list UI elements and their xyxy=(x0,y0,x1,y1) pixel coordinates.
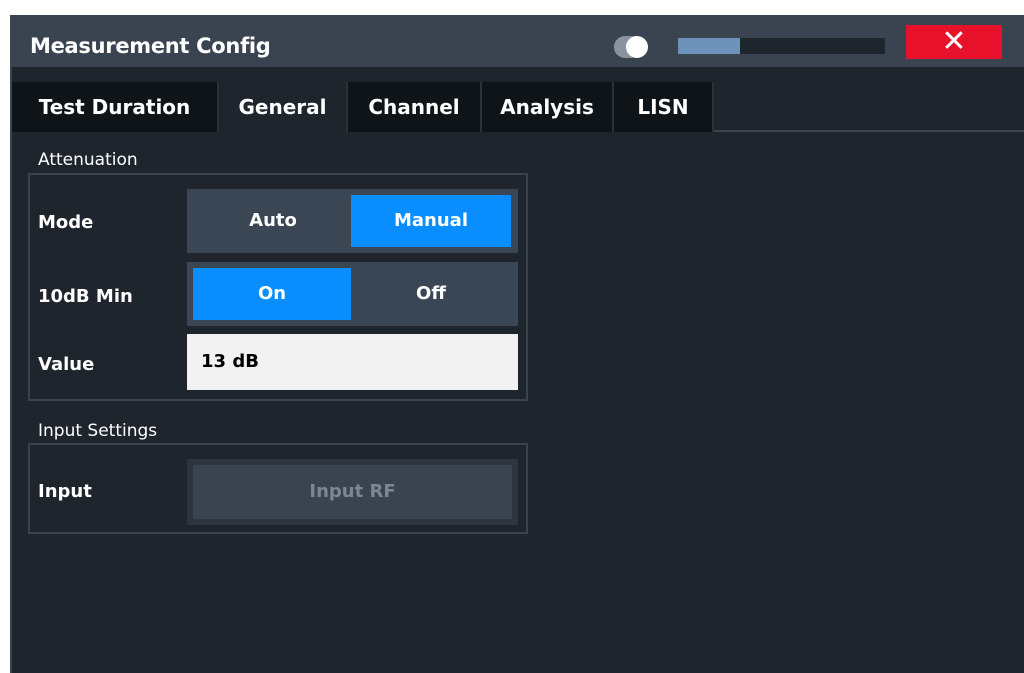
mode-selector: Auto Manual xyxy=(187,189,518,253)
tab-test-duration[interactable]: Test Duration xyxy=(12,82,219,132)
measurement-config-dialog: Measurement Config ✕ Test Duration Gener… xyxy=(10,15,1024,673)
tab-bar: Test Duration General Channel Analysis L… xyxy=(12,82,1024,132)
input-label: Input xyxy=(38,481,92,502)
dialog-title: Measurement Config xyxy=(30,34,271,58)
min10db-off-button[interactable]: Off xyxy=(351,268,511,320)
min10db-selector: On Off xyxy=(187,262,518,326)
tab-lisn[interactable]: LISN xyxy=(614,82,714,132)
transparency-slider[interactable] xyxy=(678,38,885,54)
close-button[interactable]: ✕ xyxy=(906,25,1002,59)
tab-general[interactable]: General xyxy=(219,82,348,132)
mode-label: Mode xyxy=(38,212,94,233)
title-bar[interactable]: Measurement Config ✕ xyxy=(12,15,1024,67)
mode-auto-button[interactable]: Auto xyxy=(193,195,353,247)
screen: Measurement Config ✕ Test Duration Gener… xyxy=(0,0,1024,673)
input-rf-button[interactable]: Input RF xyxy=(187,459,518,525)
transparency-toggle-icon[interactable] xyxy=(614,36,660,58)
tab-analysis[interactable]: Analysis xyxy=(482,82,614,132)
attenuation-section-label: Attenuation xyxy=(38,150,138,170)
mode-manual-button[interactable]: Manual xyxy=(351,195,511,247)
value-label: Value xyxy=(38,354,95,375)
tab-strip-divider xyxy=(714,130,1024,132)
transparency-slider-fill xyxy=(678,38,741,54)
min10db-label: 10dB Min xyxy=(38,286,133,307)
toggle-knob xyxy=(626,36,648,58)
min10db-on-button[interactable]: On xyxy=(193,268,351,320)
attenuation-value-field[interactable]: 13 dB xyxy=(187,334,518,390)
tab-channel[interactable]: Channel xyxy=(348,82,482,132)
input-settings-section-label: Input Settings xyxy=(38,421,158,441)
